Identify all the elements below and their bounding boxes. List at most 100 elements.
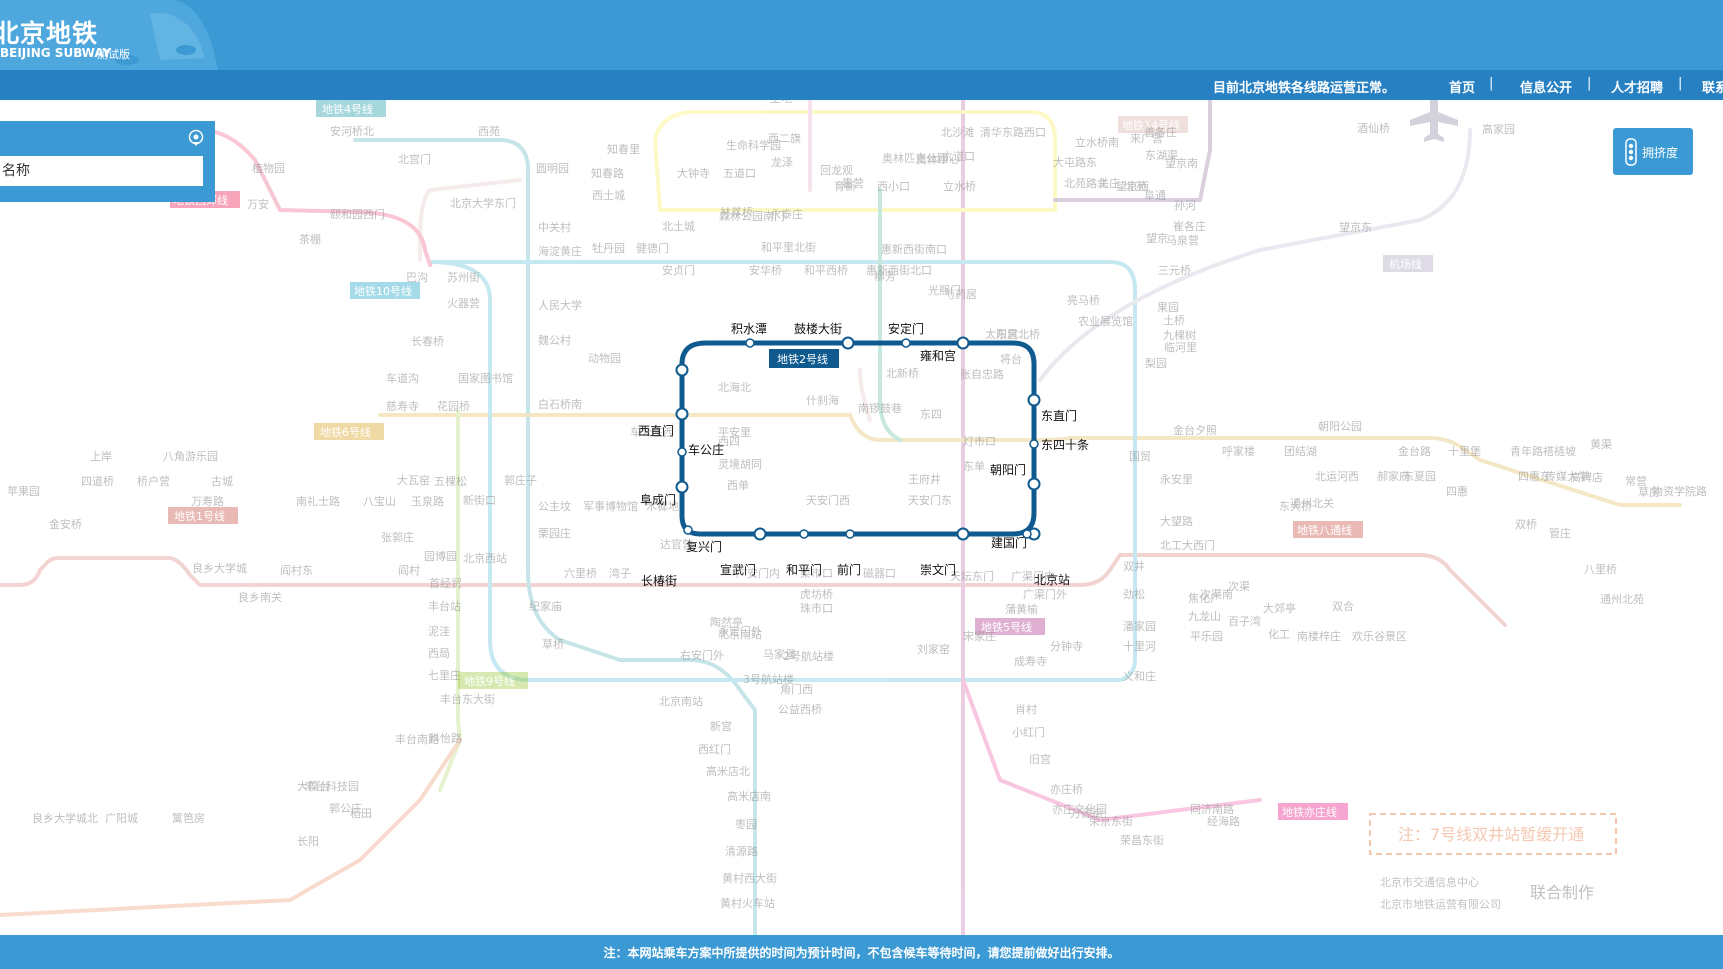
station-label[interactable]: 西单 [727,479,749,492]
station-label[interactable]: 宋家庄 [963,629,996,643]
station-label[interactable]: 珠市口 [800,601,833,615]
station-label[interactable]: 西局 [428,647,450,660]
transfer-station-marker[interactable] [956,336,970,350]
station-label[interactable]: 和平门 [786,562,822,577]
station-label[interactable]: 六里桥 [564,567,597,580]
station-label[interactable]: 北沙滩 [941,125,974,139]
station-label[interactable]: 五道口 [723,166,756,180]
station-label[interactable]: 安贞门 [662,263,695,277]
station-label[interactable]: 白石桥南 [538,397,582,411]
station-label[interactable]: 长椿街 [641,574,677,588]
station-label[interactable]: 荣昌东街 [1120,833,1164,847]
transfer-station-marker[interactable] [841,336,855,350]
station-label[interactable]: 小红门 [1012,725,1045,739]
transfer-station-marker[interactable] [675,480,689,494]
station-label[interactable]: 潘家园 [1123,619,1156,633]
station-label[interactable]: 通州北关 [1290,496,1334,510]
station-label[interactable]: 团结湖 [1284,445,1317,458]
station-label[interactable]: 公主坟 [538,499,571,513]
station-label[interactable]: 五棵松 [434,474,467,488]
station-label[interactable]: 火器营 [447,296,480,310]
station-label[interactable]: 桥户营 [137,474,170,488]
station-label[interactable]: 长春桥 [411,335,444,348]
logo-title[interactable]: 北京地铁 [0,14,98,50]
station-label[interactable]: 百子湾 [1228,614,1261,628]
station-label[interactable]: 雍和宫 [920,348,956,363]
station-label[interactable]: 三元桥 [1158,264,1191,277]
station-marker[interactable] [901,338,911,348]
station-label[interactable]: 七里庄 [428,668,461,682]
station-label[interactable]: 灯市口 [963,434,996,448]
station-label[interactable]: 西小口 [877,180,910,193]
station-label[interactable]: 动物园 [588,351,621,365]
station-label[interactable]: 车公庄 [688,442,724,457]
station-marker[interactable] [799,529,809,539]
station-label[interactable]: 东湖渠 [1145,149,1178,162]
station-label[interactable]: 花园桥 [437,400,470,413]
station-label[interactable]: 九棵树 [1163,328,1196,342]
station-label[interactable]: 八里桥 [1584,563,1617,576]
station-label[interactable]: 北京大学东门 [450,196,516,210]
station-label[interactable]: 前门 [837,562,861,577]
station-label[interactable]: 苏州街 [447,270,480,284]
station-label[interactable]: 纪家庙 [529,599,562,613]
station-label[interactable]: 草桥 [542,638,564,651]
station-label[interactable]: 太阳宫 [985,327,1018,341]
station-label[interactable]: 国家图书馆 [458,371,513,385]
station-label[interactable]: 广阳城 [105,812,138,825]
station-label[interactable]: 临河里 [1164,340,1197,354]
station-label[interactable]: 复兴门 [686,539,722,554]
station-label[interactable]: 望京东 [1339,220,1372,234]
station-label[interactable]: 大望路 [1160,514,1193,528]
station-label[interactable]: 篱笆房 [172,811,205,825]
station-label[interactable]: 北京南站 [659,694,703,708]
station-label[interactable]: 褡裢坡 [1543,445,1576,458]
station-label[interactable]: 光熙门 [928,283,961,297]
transfer-station-marker[interactable] [675,363,689,377]
station-label[interactable]: 四惠 [1446,484,1468,498]
station-label[interactable]: 魏公村 [538,333,571,347]
station-label[interactable]: 西苑 [478,125,500,138]
station-label[interactable]: 金台路 [1398,444,1431,458]
station-label[interactable]: 东单 [963,460,985,473]
station-label[interactable]: 惠新西街南口 [881,242,947,256]
station-label[interactable]: 军事博物馆 [583,499,638,513]
station-label[interactable]: 金安桥 [49,517,82,531]
station-label[interactable]: 植物园 [252,161,285,175]
station-label[interactable]: 巴沟 [406,271,428,284]
station-label[interactable]: 颐和园西门 [330,207,385,221]
station-label[interactable]: 北运河西 [1315,470,1359,483]
station-label[interactable]: 焦化厂 [1188,591,1221,605]
station-label[interactable]: 分钟寺 [1050,639,1083,653]
station-label[interactable]: 黄村火车站 [720,896,775,910]
station-label[interactable]: 八角游乐园 [163,450,218,463]
station-label[interactable]: 高米店南 [727,789,771,803]
station-label[interactable]: 虎坊桥 [800,587,833,601]
station-label[interactable]: 磁器口 [863,567,896,580]
nav-link-home[interactable]: 首页 [1449,77,1475,96]
station-marker[interactable] [683,525,693,535]
nav-link-info-disclosure[interactable]: 信息公开 [1520,77,1572,96]
station-label[interactable]: 圆明园 [536,162,569,175]
station-label[interactable]: 长阳 [297,835,319,848]
station-marker[interactable] [745,338,755,348]
station-label[interactable]: 西土城 [592,189,625,202]
station-label[interactable]: 黄村西大街 [722,871,777,885]
station-label[interactable]: 青年路 [1510,444,1543,458]
station-label[interactable]: 九龙山 [1188,610,1221,623]
station-label[interactable]: 广渠门外 [1023,587,1067,601]
station-label[interactable]: 呼家楼 [1222,444,1255,458]
station-label[interactable]: 酒仙桥 [1357,122,1390,135]
station-label[interactable]: 义和庄 [1123,669,1156,683]
station-label[interactable]: 古城 [211,475,233,488]
congestion-button[interactable]: 拥挤度 [1613,128,1693,175]
station-label[interactable]: 知春里 [607,142,640,156]
station-label[interactable]: 清华东路西口 [980,125,1046,139]
station-label[interactable]: 和平西桥 [804,264,848,277]
station-label[interactable]: 安华桥 [749,263,782,277]
station-label[interactable]: 积水潭 [731,322,767,336]
station-label[interactable]: 湾子 [609,566,631,580]
station-label[interactable]: 阎村东 [280,563,313,577]
station-label[interactable]: 知春路 [591,166,624,180]
nav-link-contact[interactable]: 联系 [1702,77,1723,96]
